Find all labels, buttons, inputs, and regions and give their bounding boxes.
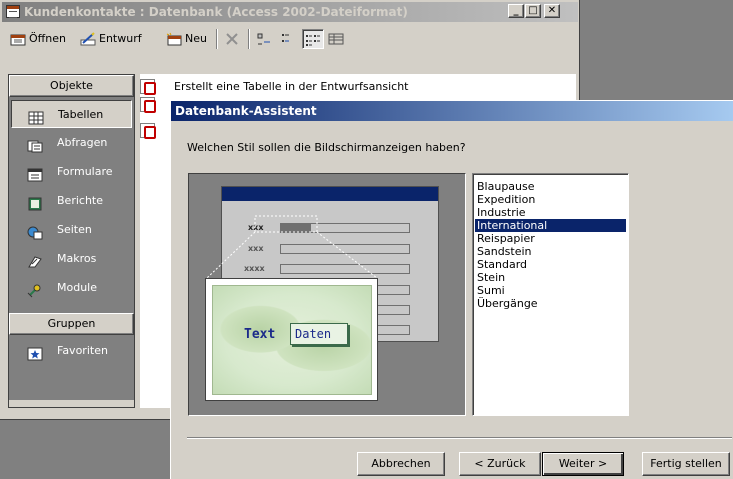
query-icon — [27, 136, 43, 153]
object-macros[interactable]: Makros — [11, 245, 132, 273]
object-label: Makros — [57, 252, 97, 265]
style-option[interactable]: Industrie — [475, 206, 626, 219]
preview-label-text: Text — [244, 327, 276, 342]
list-item-create-table[interactable]: Erstellt eine Tabelle in der Entwurfsans… — [140, 78, 540, 96]
module-icon — [27, 281, 43, 298]
database-toolbar: Öffnen Entwurf Neu — [4, 26, 576, 52]
list-icon — [305, 33, 321, 47]
style-option[interactable]: Sandstein — [475, 245, 626, 258]
database-icon — [6, 5, 20, 18]
new-icon — [166, 32, 182, 46]
macro-icon — [27, 252, 43, 268]
object-reports[interactable]: Berichte — [11, 187, 132, 215]
object-tables[interactable]: Tabellen — [11, 100, 132, 128]
finish-button[interactable]: Fertig stellen — [642, 452, 730, 476]
object-forms[interactable]: Formulare — [11, 158, 132, 186]
wizard-icon — [140, 97, 156, 113]
design-label: Entwurf — [99, 32, 142, 45]
style-option-selected[interactable]: International — [474, 218, 627, 233]
object-queries[interactable]: Abfragen — [11, 129, 132, 157]
report-icon — [27, 194, 43, 211]
object-pages[interactable]: Seiten — [11, 216, 132, 244]
wizard-title: Datenbank-Assistent — [175, 104, 317, 118]
design-icon — [80, 32, 96, 46]
list-view-button[interactable] — [302, 29, 324, 49]
large-icons-icon — [256, 32, 272, 46]
style-option[interactable]: Stein — [475, 271, 626, 284]
preview-zoom-card: Text Daten — [205, 278, 378, 401]
minimize-button[interactable]: _ — [508, 4, 524, 18]
object-modules[interactable]: Module — [11, 274, 132, 302]
toolbar-separator — [216, 29, 218, 49]
style-option[interactable]: Expedition — [475, 193, 626, 206]
details-icon — [328, 32, 344, 46]
style-preview: xxx xxx xxxx Text Daten — [188, 173, 466, 416]
delete-button[interactable] — [224, 29, 243, 49]
style-option[interactable]: Reispapier — [475, 232, 626, 245]
list-item-create-table-wizard[interactable] — [140, 96, 160, 114]
new-button[interactable]: Neu — [166, 29, 207, 49]
database-window-title: Kundenkontakte : Datenbank (Access 2002-… — [24, 5, 408, 19]
open-icon — [10, 32, 26, 46]
objects-header[interactable]: Objekte — [9, 75, 134, 97]
cancel-button[interactable]: Abbrechen — [357, 452, 445, 476]
groups-header[interactable]: Gruppen — [9, 313, 134, 335]
list-item-create-table-data[interactable] — [140, 122, 160, 140]
database-wizard-dialog: Datenbank-Assistent Welchen Stil sollen … — [170, 100, 733, 479]
open-label: Öffnen — [29, 32, 66, 45]
small-icons-button[interactable] — [280, 29, 299, 49]
details-view-button[interactable] — [328, 29, 347, 49]
wizard-question: Welchen Stil sollen die Bildschirmanzeig… — [187, 141, 466, 154]
design-button[interactable]: Entwurf — [80, 29, 142, 49]
style-listbox[interactable]: Blaupause Expedition Industrie Internati… — [472, 173, 629, 416]
database-window-titlebar[interactable]: Kundenkontakte : Datenbank (Access 2002-… — [2, 2, 578, 22]
new-label: Neu — [185, 32, 207, 45]
table-icon — [28, 108, 44, 125]
preview-field-text: Daten — [290, 323, 348, 345]
maximize-button[interactable]: □ — [525, 4, 541, 18]
objects-bar-bottom — [9, 400, 134, 407]
large-icons-button[interactable] — [256, 29, 275, 49]
toolbar-separator — [248, 29, 250, 49]
delete-icon — [224, 32, 240, 46]
object-label: Tabellen — [58, 108, 104, 121]
style-option[interactable]: Übergänge — [475, 297, 626, 310]
form-icon — [27, 165, 43, 182]
object-label: Module — [57, 281, 97, 294]
object-label: Formulare — [57, 165, 113, 178]
wizard-icon — [140, 79, 156, 95]
back-button[interactable]: < Zurück — [459, 452, 541, 476]
next-button[interactable]: Weiter > — [542, 452, 624, 476]
list-item-label: Erstellt eine Tabelle in der Entwurfsans… — [172, 78, 411, 96]
style-option[interactable]: Standard — [475, 258, 626, 271]
objects-bar: Objekte Tabellen Abfragen Formulare Beri… — [8, 74, 135, 408]
wizard-separator — [187, 437, 732, 439]
group-label: Favoriten — [57, 344, 108, 357]
close-button[interactable]: ✕ — [544, 4, 560, 18]
wizard-icon — [140, 123, 156, 139]
wizard-titlebar[interactable]: Datenbank-Assistent — [171, 101, 733, 121]
open-button[interactable]: Öffnen — [10, 29, 66, 49]
style-option[interactable]: Sumi — [475, 284, 626, 297]
object-label: Seiten — [57, 223, 92, 236]
small-icons-icon — [280, 32, 296, 46]
favorites-icon — [27, 344, 43, 361]
page-icon — [27, 223, 43, 240]
style-option[interactable]: Blaupause — [475, 180, 626, 193]
object-label: Berichte — [57, 194, 103, 207]
object-label: Abfragen — [57, 136, 108, 149]
group-favorites[interactable]: Favoriten — [11, 337, 132, 365]
